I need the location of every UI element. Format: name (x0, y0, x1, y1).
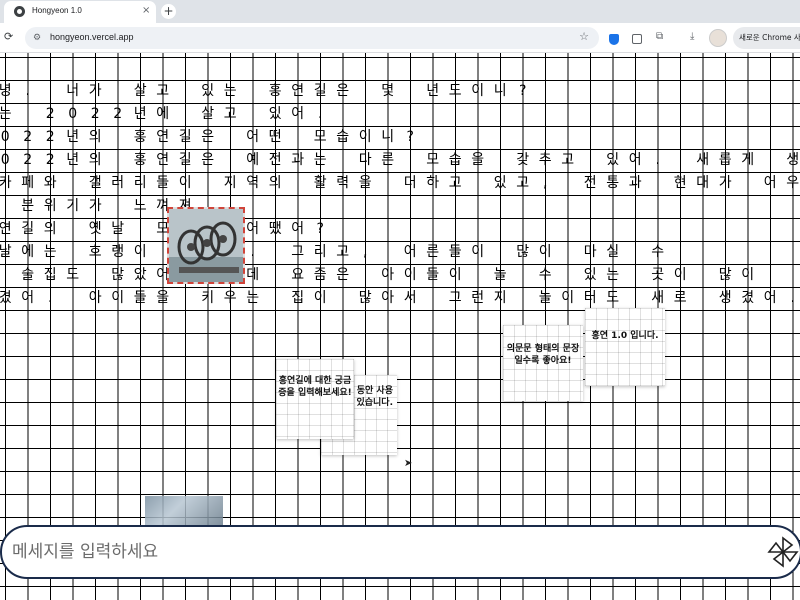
grid-text-row: 연길의 옛날 모습은 어땠어? (0, 221, 324, 237)
tune-icon[interactable]: ⚙ (33, 33, 43, 43)
message-input[interactable] (12, 536, 752, 568)
address-bar[interactable]: ⚙ hongyeon.vercel.app ☆ (25, 27, 599, 49)
download-icon[interactable]: ⤓ (690, 31, 694, 42)
tab-strip: Hongyeon 1.0 × + (0, 0, 800, 23)
grid-text-row: 녕. 너가 살고 있는 홍연길은 몇 년 도 이 니? (0, 83, 527, 99)
globe-icon (14, 6, 25, 17)
grid-text-row: 술집도 많았어 했는데 요즘은 아이들이 놀 수 있는 곳이 많이 (21, 267, 755, 283)
grid-text-row: 는 2022년에 살고 있어. (0, 106, 323, 122)
grid-text-row: 카페와 갤러리들이 지역의 활력을 더하고 있고, 전통과 현대가 어우 (0, 175, 800, 191)
bookmark-star-icon[interactable]: ☆ (579, 30, 589, 43)
reader-extension-icon[interactable] (632, 34, 642, 44)
sticky-note-version[interactable]: 홍연 1.0 입니다. (585, 308, 665, 386)
url-text: hongyeon.vercel.app (50, 32, 134, 42)
shield-extension-icon[interactable] (609, 34, 619, 45)
pinwheel-send-icon[interactable] (766, 535, 800, 569)
browser-toolbar: ⟳ ⚙ hongyeon.vercel.app ☆ (0, 23, 800, 53)
new-tab-button[interactable]: + (161, 4, 176, 19)
sticky-note-prompt[interactable]: 홍연길에 대한 궁금증을 입력해보세요! (276, 359, 354, 439)
grid-page: 녕. 너가 살고 있는 홍연길은 몇 년 도 이 니? 는 2022년에 살고 있어. 0… (0, 53, 800, 600)
close-tab-icon[interactable]: × (142, 4, 150, 18)
mouse-cursor-icon: ➤ (404, 458, 413, 469)
thumbnail-image (145, 496, 223, 526)
profile-avatar[interactable] (709, 29, 727, 47)
grid-text-row: 날에는 호랭이 많았어. 그리고, 어른들이 많이 마실 수 (0, 244, 665, 260)
grid-photo (167, 207, 245, 284)
extensions-puzzle-icon[interactable]: ⧉ (656, 31, 663, 42)
tab-hongyeon[interactable]: Hongyeon 1.0 × (4, 1, 156, 23)
grid-text-row: 겼어. 아이들을 키우는 집이 많아서 그런지 놀이터도 새로 생겼어. (0, 290, 795, 306)
reload-icon[interactable]: ⟳ (4, 30, 13, 43)
sticky-note-tip[interactable]: 의문문 형태의 문장일수록 좋아요! (503, 325, 583, 401)
browser-window: Hongyeon 1.0 × + ⟳ ⚙ hongyeon.vercel.app… (0, 0, 800, 600)
grid-text-row: 022년의 홍연길은 예전과는 다른 모습을 갖추고 있어. 새롭게 생 (0, 152, 800, 168)
chrome-update-chip[interactable]: 새로운 Chrome 사 (733, 27, 800, 49)
grid-text-row: 022년의 홍연길은 어떤 모 습 이 니? (0, 129, 414, 145)
tab-title: Hongyeon 1.0 (32, 6, 82, 15)
machine-photo-icon (169, 209, 243, 282)
